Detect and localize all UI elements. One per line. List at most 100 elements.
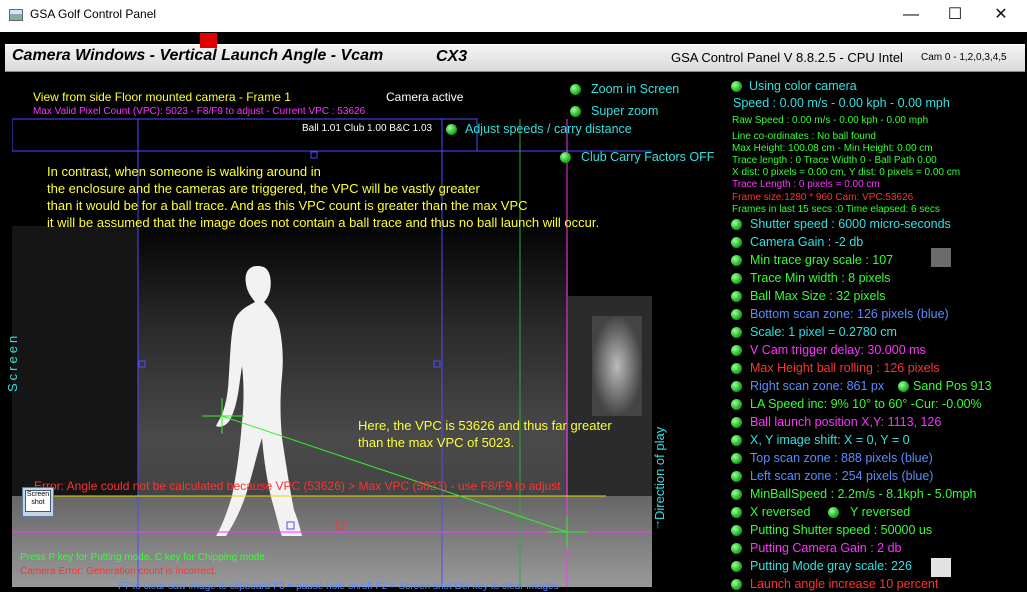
trace-length-pixels: Trace Length : 0 pixels = 0.00 cm xyxy=(732,179,880,190)
launch-angle-inc-toggle[interactable] xyxy=(731,579,742,590)
cx-label: CX3 xyxy=(436,48,468,65)
putting-shutter-toggle[interactable] xyxy=(731,525,742,536)
zoom-in-screen-toggle[interactable] xyxy=(570,84,581,95)
putting-gray-swatch xyxy=(931,558,951,577)
shutter-speed-toggle[interactable] xyxy=(731,219,742,230)
club-carry-toggle[interactable] xyxy=(560,152,571,163)
ball-club-factors: Ball 1.01 Club 1.00 B&C 1.03 xyxy=(302,123,433,134)
annotation-line: than the max VPC of 5023. xyxy=(358,435,515,450)
window-titlebar: GSA Golf Control Panel — ☐ ✕ xyxy=(0,0,1027,33)
camera-list: Cam 0 - 1,2,0,3,4,5 xyxy=(921,52,1007,63)
speed-readout: Speed : 0.00 m/s - 0.00 kph - 0.00 mph xyxy=(733,96,950,110)
maximize-button[interactable]: ☐ xyxy=(932,0,978,30)
y-reversed-toggle[interactable] xyxy=(828,507,839,518)
putting-shutter-label[interactable]: Putting Shutter speed : 50000 us xyxy=(750,523,932,537)
annotation-line: Here, the VPC is 53626 and thus far grea… xyxy=(358,418,612,433)
camera-gain-toggle[interactable] xyxy=(731,237,742,248)
using-color-toggle[interactable] xyxy=(731,81,742,92)
annotation-line: than it would be for a ball trace. And a… xyxy=(47,198,528,213)
app-icon xyxy=(9,9,23,21)
using-color-label: Using color camera xyxy=(749,79,857,93)
putting-gain-label[interactable]: Putting Camera Gain : 2 db xyxy=(750,541,901,555)
annotation-vpc-value: Here, the VPC is 53626 and thus far grea… xyxy=(358,417,612,451)
launch-angle-inc-label[interactable]: Launch angle increase 10 percent xyxy=(750,577,938,591)
screenshot-icon: Screen shot xyxy=(25,490,51,512)
ball-launch-pos-label[interactable]: Ball launch position X,Y: 1113, 126 xyxy=(750,415,941,429)
la-speed-label[interactable]: LA Speed inc: 9% 10° to 60° -Cur: -0.00% xyxy=(750,397,982,411)
ball-max-size-label[interactable]: Ball Max Size : 32 pixels xyxy=(750,289,885,303)
right-scan-toggle[interactable] xyxy=(731,381,742,392)
frames-elapsed-readout: Frames in last 15 secs :0 Time elapsed: … xyxy=(732,204,940,215)
la-speed-toggle[interactable] xyxy=(731,399,742,410)
vcam-trigger-toggle[interactable] xyxy=(731,345,742,356)
vcam-trigger-label[interactable]: V Cam trigger delay: 30.000 ms xyxy=(750,343,926,357)
angle-error-message: Error: Angle could not be calculated bec… xyxy=(34,479,561,493)
bottom-scan-toggle[interactable] xyxy=(731,309,742,320)
xy-shift-label[interactable]: X, Y image shift: X = 0, Y = 0 xyxy=(750,433,910,447)
sand-pos-toggle[interactable] xyxy=(898,381,909,392)
putting-mode-hint: Press P key for Putting mode, C key for … xyxy=(20,552,265,563)
max-height-readout: Max Height: 100.08 cm - Min Height: 0.00… xyxy=(732,143,933,154)
top-scan-toggle[interactable] xyxy=(731,453,742,464)
super-zoom-label[interactable]: Super zoom xyxy=(591,104,658,118)
camera-error-message: Camera Error: Generation count is incorr… xyxy=(20,566,217,577)
putting-gray-toggle[interactable] xyxy=(731,561,742,572)
trace-min-width-label[interactable]: Trace Min width : 8 pixels xyxy=(750,271,891,285)
version-label: GSA Control Panel V 8.8.2.5 - CPU Intel xyxy=(671,50,903,65)
min-ball-speed-label[interactable]: MinBallSpeed : 2.2m/s - 8.1kph - 5.0mph xyxy=(750,487,977,501)
scale-label[interactable]: Scale: 1 pixel = 0.2780 cm xyxy=(750,325,897,339)
left-scan-label[interactable]: Left scan zone : 254 pixels (blue) xyxy=(750,469,933,483)
screenshot-button[interactable]: Screen shot xyxy=(22,487,54,517)
ball-launch-pos-toggle[interactable] xyxy=(731,417,742,428)
panel-title: Camera Windows - Vertical Launch Angle -… xyxy=(12,47,384,64)
direction-of-play-label: Direction of play xyxy=(652,426,667,520)
line-coordinates: Line co-ordinates : No ball found xyxy=(732,131,876,142)
shutter-speed-label[interactable]: Shutter speed : 6000 micro-seconds xyxy=(750,217,951,231)
zoom-in-screen-label[interactable]: Zoom in Screen xyxy=(591,82,679,96)
min-trace-gray-label[interactable]: Min trace gray scale : 107 xyxy=(750,253,893,267)
screenshot-label-line: shot xyxy=(31,499,45,506)
annotation-line: it will be assumed that the image does n… xyxy=(47,215,600,230)
bottom-scan-label[interactable]: Bottom scan zone: 126 pixels (blue) xyxy=(750,307,949,321)
ball-max-size-toggle[interactable] xyxy=(731,291,742,302)
screen-vertical-label: Screen xyxy=(5,332,20,392)
min-trace-gray-toggle[interactable] xyxy=(731,255,742,266)
annotation-vpc-explanation: In contrast, when someone is walking aro… xyxy=(47,163,599,231)
super-zoom-toggle[interactable] xyxy=(570,106,581,117)
max-height-rolling-label[interactable]: Max Height ball rolling : 126 pixels xyxy=(750,361,940,375)
adjust-speeds-label[interactable]: Adjust speeds / carry distance xyxy=(465,122,632,136)
max-vpc-label: Max Valid Pixel Count (VPC): 5023 - F8/F… xyxy=(33,106,366,117)
record-indicator xyxy=(200,33,217,48)
gray-scale-swatch xyxy=(931,248,951,267)
sand-pos-label[interactable]: Sand Pos 913 xyxy=(913,379,992,393)
min-ball-speed-toggle[interactable] xyxy=(731,489,742,500)
trace-min-width-toggle[interactable] xyxy=(731,273,742,284)
annotation-line: In contrast, when someone is walking aro… xyxy=(47,164,321,179)
annotation-line: the enclosure and the cameras are trigge… xyxy=(47,181,480,196)
left-scan-toggle[interactable] xyxy=(731,471,742,482)
adjust-speeds-toggle[interactable] xyxy=(446,124,457,135)
putting-gain-toggle[interactable] xyxy=(731,543,742,554)
view-title: View from side Floor mounted camera - Fr… xyxy=(33,90,291,104)
raw-speed-readout: Raw Speed : 0.00 m/s - 0.00 kph - 0.00 m… xyxy=(732,115,929,126)
club-carry-label[interactable]: Club Carry Factors OFF xyxy=(581,150,714,164)
x-reversed-label[interactable]: X reversed xyxy=(750,505,810,519)
camera-gain-label[interactable]: Camera Gain : -2 db xyxy=(750,235,863,249)
xy-shift-toggle[interactable] xyxy=(731,435,742,446)
camera-active-label: Camera active xyxy=(386,90,464,104)
frame-size-readout: Frame size:1280 * 960 Cam: VPC:53626 xyxy=(732,192,914,203)
scale-toggle[interactable] xyxy=(731,327,742,338)
putting-gray-label[interactable]: Putting Mode gray scale: 226 xyxy=(750,559,912,573)
x-reversed-toggle[interactable] xyxy=(731,507,742,518)
minimize-button[interactable]: — xyxy=(888,0,934,30)
top-scan-label[interactable]: Top scan zone : 888 pixels (blue) xyxy=(750,451,933,465)
direction-arrow-icon: ↑ xyxy=(655,517,661,531)
max-height-rolling-toggle[interactable] xyxy=(731,363,742,374)
right-scan-label[interactable]: Right scan zone: 861 px xyxy=(750,379,884,393)
y-reversed-label[interactable]: Y reversed xyxy=(850,505,910,519)
trace-length-readout: Trace length : 0 Trace Width 0 - Ball Pa… xyxy=(732,155,937,166)
xy-distance-readout: X dist: 0 pixels = 0.00 cm, Y dist: 0 pi… xyxy=(732,167,961,178)
screenshot-label-line: Screen xyxy=(26,491,50,498)
close-button[interactable]: ✕ xyxy=(978,0,1024,30)
window-title: GSA Golf Control Panel xyxy=(30,7,157,21)
